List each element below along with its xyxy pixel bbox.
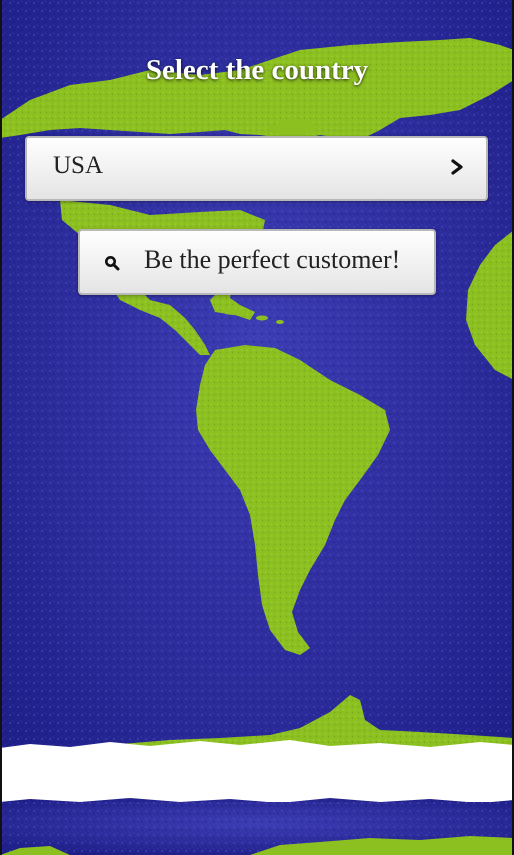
world-map-background xyxy=(0,0,514,855)
app-screen: Select the country USA Be the perfect cu… xyxy=(0,0,514,855)
search-icon xyxy=(105,256,120,271)
perfect-customer-button[interactable]: Be the perfect customer! xyxy=(78,229,436,295)
left-frame-edge xyxy=(0,0,2,855)
page-title: Select the country xyxy=(145,54,369,86)
perfect-customer-label: Be the perfect customer! xyxy=(144,245,401,274)
country-select-value: USA xyxy=(53,152,104,179)
map-bottom-edge xyxy=(0,740,514,803)
country-select-button[interactable]: USA xyxy=(25,136,488,201)
chevron-right-icon xyxy=(451,159,463,175)
